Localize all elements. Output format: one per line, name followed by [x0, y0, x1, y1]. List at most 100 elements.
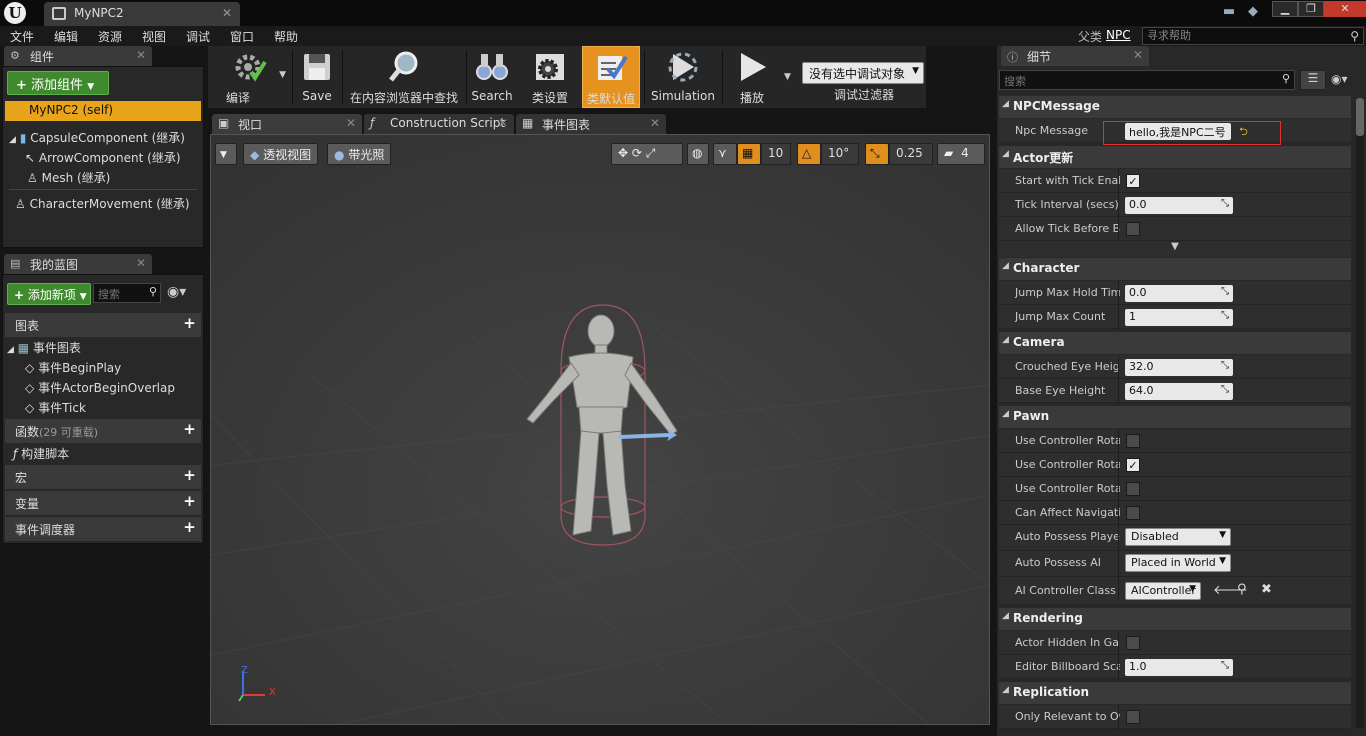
translate-icon[interactable]: ✥: [618, 146, 628, 160]
tree-item-self[interactable]: MyNPC2 (self): [5, 101, 201, 121]
close-tab-icon[interactable]: ✕: [498, 116, 508, 130]
section-pawn[interactable]: ◢ Pawn: [999, 406, 1351, 428]
expand-arrow-icon[interactable]: ◢: [9, 135, 16, 145]
expand-arrow-icon[interactable]: ◢: [7, 345, 14, 355]
ucr-yaw-checkbox[interactable]: ✓: [1126, 458, 1140, 472]
menu-help[interactable]: 帮助: [274, 28, 298, 45]
document-tab[interactable]: MyNPC2 ✕: [44, 2, 240, 26]
add-macro-icon[interactable]: +: [183, 468, 196, 483]
close-tab-icon[interactable]: ✕: [222, 6, 232, 20]
menu-view[interactable]: 视图: [142, 28, 166, 45]
section-actor-tick[interactable]: ◢ Actor更新: [999, 146, 1351, 168]
tick-interval-input[interactable]: 0.0 ⤡: [1125, 197, 1233, 214]
browse-magnifier-icon[interactable]: ⚲: [1237, 582, 1247, 597]
tree-item-movement[interactable]: ♙ CharacterMovement (继承): [15, 195, 190, 212]
ucr-roll-checkbox[interactable]: [1126, 482, 1140, 496]
add-new-button[interactable]: + 添加新项 ▼: [7, 283, 91, 305]
ai-controller-dropdown[interactable]: AIController ▼: [1125, 582, 1201, 600]
play-button[interactable]: 播放: [724, 46, 780, 108]
world-local-button[interactable]: ◍: [687, 143, 709, 165]
scale-icon[interactable]: ⤢: [646, 146, 656, 160]
surface-snap-button[interactable]: ⋎: [713, 143, 737, 165]
tree-item-capsule[interactable]: ◢ ▮ CapsuleComponent (继承): [9, 129, 185, 146]
viewport[interactable]: X Z ▼ ◆ 透视视图 ● 带光照 ✥ ⟳ ⤢ ◍ ⋎ ▦ 10 △ 10° …: [210, 134, 990, 725]
camera-speed-button[interactable]: ▰ 4: [937, 143, 985, 165]
event-tick[interactable]: ◇ 事件Tick: [25, 399, 86, 416]
details-scrollbar[interactable]: [1356, 98, 1364, 728]
browse-button[interactable]: 在内容浏览器中查找: [344, 46, 464, 108]
dispatchers-section[interactable]: 事件调度器 +: [5, 517, 201, 541]
billboard-input[interactable]: 1.0 ⤡: [1125, 659, 1233, 676]
details-scroll-thumb[interactable]: [1356, 98, 1364, 136]
property-matrix-button[interactable]: ☰: [1300, 70, 1326, 90]
section-character[interactable]: ◢ Character: [999, 258, 1351, 280]
advanced-expander[interactable]: ▼: [999, 241, 1351, 257]
scale-snap-toggle[interactable]: ⤡: [865, 143, 889, 165]
close-tab-icon[interactable]: ✕: [136, 48, 146, 62]
rotation-snap-toggle[interactable]: △: [797, 143, 821, 165]
menu-window[interactable]: 窗口: [230, 28, 254, 45]
auto-possess-player-dropdown[interactable]: Disabled ▼: [1125, 528, 1231, 546]
construction-script-item[interactable]: ƒ 构建脚本: [13, 445, 69, 462]
viewport-options-button[interactable]: ▼: [215, 143, 237, 165]
jump-count-input[interactable]: 1 ⤡: [1125, 309, 1233, 326]
my-blueprint-tab[interactable]: ▤ 我的蓝图 ✕: [4, 254, 152, 274]
start-tick-checkbox[interactable]: ✓: [1126, 174, 1140, 188]
tree-item-mesh[interactable]: ♙ Mesh (继承): [27, 169, 110, 186]
simulation-button[interactable]: Simulation: [646, 46, 720, 108]
close-tab-icon[interactable]: ✕: [1133, 48, 1143, 62]
maximize-button[interactable]: ❐: [1298, 1, 1324, 17]
compile-button[interactable]: 编译 ▼: [210, 46, 290, 108]
auto-possess-ai-dropdown[interactable]: Placed in World ▼: [1125, 554, 1231, 572]
close-tab-icon[interactable]: ✕: [136, 256, 146, 270]
section-camera[interactable]: ◢ Camera: [999, 332, 1351, 354]
debug-object-dropdown[interactable]: 没有选中调试对象 ▼: [802, 62, 924, 84]
event-begin-play[interactable]: ◇ 事件BeginPlay: [25, 359, 121, 376]
blueprint-search-input[interactable]: 搜索 ⚲: [93, 283, 161, 303]
base-eye-input[interactable]: 64.0 ⤡: [1125, 383, 1233, 400]
menu-file[interactable]: 文件: [10, 28, 34, 45]
npc-message-input[interactable]: hello,我是NPC二号: [1125, 123, 1231, 140]
chevron-down-icon[interactable]: ▼: [784, 72, 791, 82]
ucr-pitch-checkbox[interactable]: [1126, 434, 1140, 448]
functions-section[interactable]: 函数(29 可重载) +: [5, 419, 201, 443]
tree-item-event-graph[interactable]: ◢ ▦ 事件图表: [7, 339, 81, 356]
tree-item-arrow[interactable]: ↖ ArrowComponent (继承): [25, 149, 181, 166]
tab-construction-script[interactable]: ƒ Construction Script ✕: [364, 114, 514, 134]
variables-section[interactable]: 变量 +: [5, 491, 201, 515]
reset-to-default-icon[interactable]: ⮌: [1239, 123, 1248, 142]
close-tab-icon[interactable]: ✕: [346, 116, 356, 130]
chevron-down-icon[interactable]: ▼: [279, 70, 286, 80]
details-tab[interactable]: ⓘ 细节 ✕: [1001, 46, 1149, 66]
close-tab-icon[interactable]: ✕: [650, 116, 660, 130]
details-search-input[interactable]: 搜索 ⚲: [999, 70, 1295, 90]
class-settings-button[interactable]: 类设置: [522, 46, 578, 108]
minimize-button[interactable]: ▁: [1272, 1, 1298, 17]
search-button[interactable]: Search: [468, 46, 516, 108]
tab-viewport[interactable]: ▣ 视口 ✕: [212, 114, 362, 134]
menu-asset[interactable]: 资源: [98, 28, 122, 45]
scale-snap-value[interactable]: 0.25: [889, 143, 933, 165]
class-defaults-button[interactable]: 类默认值: [582, 46, 640, 108]
grid-snap-value[interactable]: 10: [761, 143, 791, 165]
rotate-icon[interactable]: ⟳: [632, 146, 642, 160]
source-control-icon[interactable]: ◆: [1245, 4, 1261, 20]
section-replication[interactable]: ◢ Replication: [999, 682, 1351, 704]
rotation-snap-value[interactable]: 10°: [821, 143, 859, 165]
add-variable-icon[interactable]: +: [183, 494, 196, 509]
clear-x-icon[interactable]: ✖: [1261, 582, 1272, 597]
event-begin-overlap[interactable]: ◇ 事件ActorBeginOverlap: [25, 379, 175, 396]
components-tab[interactable]: ⚙ 组件 ✕: [4, 46, 152, 66]
section-npc-message[interactable]: ◢ NPCMessage: [999, 96, 1351, 118]
graphs-section[interactable]: 图表 +: [5, 313, 201, 337]
add-graph-icon[interactable]: +: [183, 316, 196, 331]
grid-snap-toggle[interactable]: ▦: [737, 143, 761, 165]
hidden-checkbox[interactable]: [1126, 636, 1140, 650]
add-component-button[interactable]: + 添加组件 ▼: [7, 71, 109, 95]
lit-mode-button[interactable]: ● 带光照: [327, 143, 392, 165]
allow-tick-checkbox[interactable]: [1126, 222, 1140, 236]
help-search-input[interactable]: 寻求帮助 ⚲: [1142, 27, 1364, 45]
parent-class-link[interactable]: NPC: [1106, 28, 1131, 42]
eye-icon[interactable]: ◉▾: [1331, 72, 1348, 86]
menu-debug[interactable]: 调试: [186, 28, 210, 45]
